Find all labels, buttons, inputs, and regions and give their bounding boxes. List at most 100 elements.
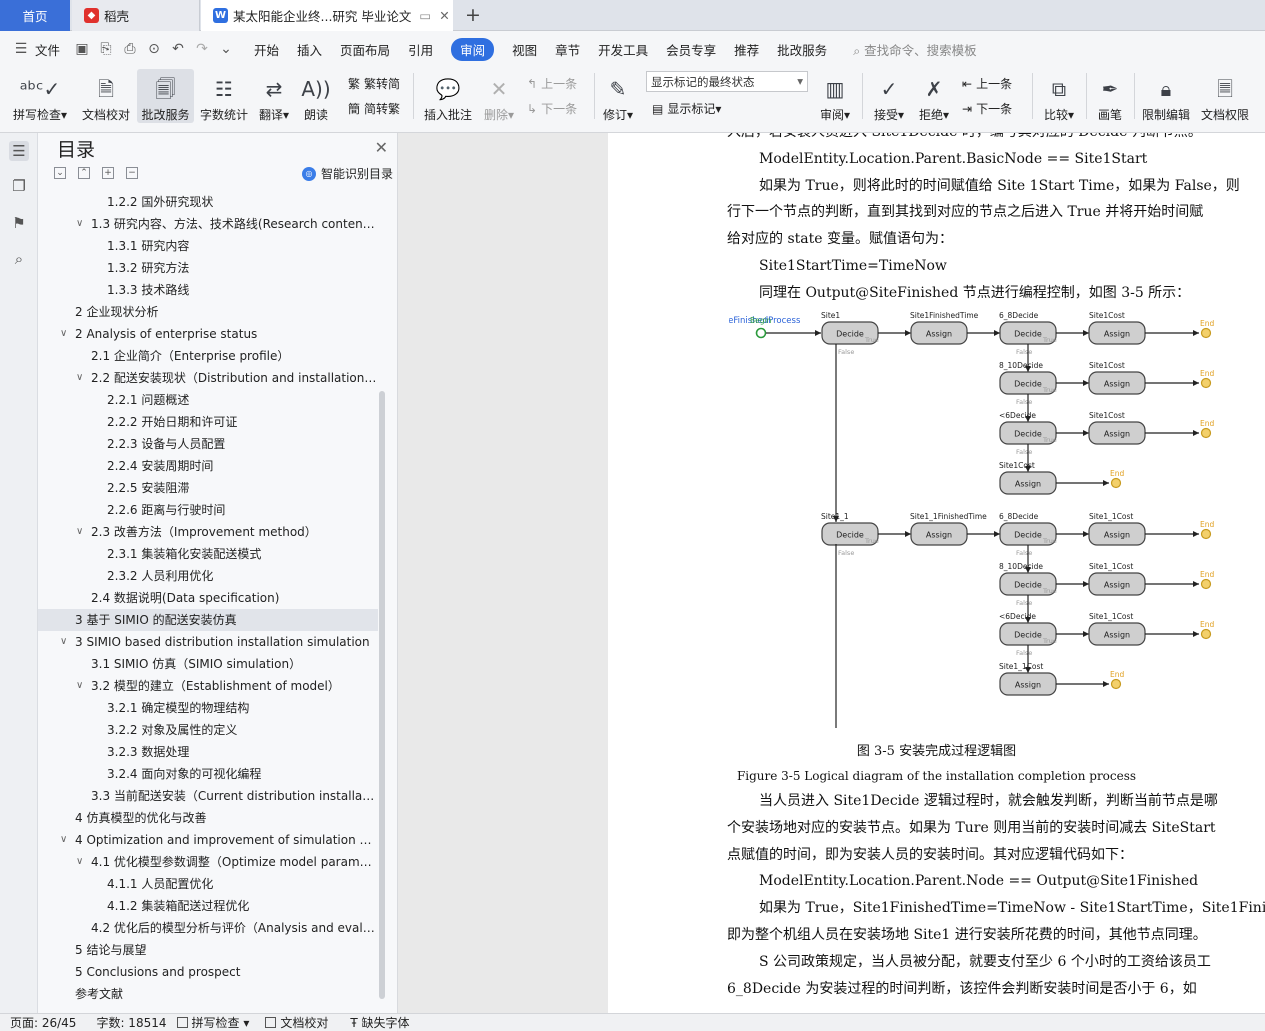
undo-icon[interactable]: ↶ [169,40,187,58]
status-spell-check[interactable]: 拼写检查 ▾ [176,1014,249,1031]
toc-item[interactable]: 2.4 数据说明(Data specification) [38,587,378,609]
doc-proof-button[interactable]: 🗎 文档校对 [78,69,134,123]
toc-item[interactable]: 1.2.2 国外研究现状 [38,191,378,213]
monitor-icon[interactable]: ▭ [419,8,431,23]
toc-item[interactable]: 3 基于 SIMIO 的配送安装仿真 [38,609,378,631]
simp-to-trad-button[interactable]: 簡简转繁 [348,100,400,117]
markup-state-select[interactable]: 显示标记的最终状态 ▾ [646,71,808,92]
translate-button[interactable]: ⇄ 翻译▾ [256,69,292,123]
preview-icon[interactable]: ⊙ [145,40,163,58]
menu-item[interactable]: 章节 [555,40,580,59]
page-indicator[interactable]: 页面: 26/45 [10,1014,76,1031]
add-heading-icon[interactable]: + [102,167,114,179]
toc-item[interactable]: 2.3.1 集装箱化安装配送模式 [38,543,378,565]
tab-home[interactable]: 首页 [0,0,70,31]
close-tab-icon[interactable]: ✕ [439,8,449,23]
toc-item[interactable]: 3.3 当前配送安装（Current distribution installa… [38,785,378,807]
pen-button[interactable]: ✒ 画笔 [1094,69,1126,123]
chevron-down-icon[interactable]: ∨ [76,367,83,389]
menu-file[interactable]: 文件 [35,40,60,59]
toc-item[interactable]: ∨ 4 Optimization and improvement of simul… [38,829,378,851]
menu-item[interactable]: 页面布局 [340,40,390,59]
toc-item[interactable]: ∨ 3.2 模型的建立（Establishment of model） [38,675,378,697]
toc-item[interactable]: ∨ 2.2 配送安装现状（Distribution and installatio… [38,367,378,389]
chevron-down-icon[interactable]: ∨ [60,829,67,851]
review-pane-button[interactable]: ▥ 审阅▾ [816,69,854,123]
toc-item[interactable]: 1.3.3 技术路线 [38,279,378,301]
menu-item[interactable]: 批改服务 [777,40,827,59]
status-missing-font[interactable]: Ŧ 缺失字体 [350,1014,409,1031]
menu-item[interactable]: 开始 [254,40,279,59]
toc-item[interactable]: 5 结论与展望 [38,939,378,961]
review-service-button[interactable]: 🗐 批改服务 [137,69,194,123]
chevron-down-icon[interactable]: ∨ [60,631,67,653]
toc-item[interactable]: ∨ 4.1 优化模型参数调整（Optimize model param… [38,851,378,873]
smart-toc-button[interactable]: ◎ 智能识别目录 [301,165,393,182]
collapse-all-icon[interactable]: ⌄ [54,167,66,179]
word-count-button[interactable]: ☷ 字数统计 [198,69,250,123]
toc-item[interactable]: 4.1.1 人员配置优化 [38,873,378,895]
tab-docer[interactable]: ◆ 稻壳 [72,0,200,31]
toc-item[interactable]: 2.1 企业简介（Enterprise profile） [38,345,378,367]
remove-heading-icon[interactable]: − [126,167,138,179]
toc-item[interactable]: 2.2.2 开始日期和许可证 [38,411,378,433]
toc-item[interactable]: 3.2.2 对象及属性的定义 [38,719,378,741]
chevron-down-icon[interactable]: ∨ [76,675,83,697]
toc-panel-icon[interactable]: ☰ [9,141,29,161]
document-page[interactable]: 入后，若安装人员进入 Site1Decide 时，编号其对应的 Decide 判… [608,133,1265,1013]
menu-item[interactable]: 开发工具 [598,40,648,59]
save-icon[interactable]: ▣ [73,40,91,58]
menu-item[interactable]: 推荐 [734,40,759,59]
toc-item[interactable]: 2.2.1 问题概述 [38,389,378,411]
expand-all-icon[interactable]: ⌃ [78,167,90,179]
toc-item[interactable]: 2.3.2 人员利用优化 [38,565,378,587]
chevron-down-icon[interactable]: ∨ [76,851,83,873]
toc-item[interactable]: 4.2 优化后的模型分析与评价（Analysis and eval… [38,917,378,939]
doc-permission-button[interactable]: 🗏 文档权限 [1198,69,1252,123]
chevron-down-icon[interactable]: ∨ [76,213,83,235]
prev-change-button[interactable]: ⇤ 上一条 [962,75,1012,92]
tab-document[interactable]: W 某太阳能企业终...研究 毕业论文 ▭ ✕ [201,0,453,31]
toc-item[interactable]: ∨ 2.3 改善方法（Improvement method） [38,521,378,543]
toc-item[interactable]: 3.1 SIMIO 仿真（SIMIO simulation） [38,653,378,675]
menu-item[interactable]: 插入 [297,40,322,59]
compare-button[interactable]: ⧉ 比较▾ [1040,69,1078,123]
toc-item[interactable]: 4 仿真模型的优化与改善 [38,807,378,829]
read-aloud-button[interactable]: A)) 朗读 [299,69,333,123]
toc-item[interactable]: 3.2.4 面向对象的可视化编程 [38,763,378,785]
menu-item[interactable]: 审阅 [451,37,495,61]
toc-item[interactable]: 1.3.1 研究内容 [38,235,378,257]
more-icon[interactable]: ⌄ [217,40,235,58]
toc-item[interactable]: 2.2.6 距离与行驶时间 [38,499,378,521]
toc-item[interactable]: 4.1.2 集装箱配送过程优化 [38,895,378,917]
toc-item[interactable]: 2.2.4 安装周期时间 [38,455,378,477]
toc-item[interactable]: 1.3.2 研究方法 [38,257,378,279]
menu-item[interactable]: 引用 [408,40,433,59]
chevron-down-icon[interactable]: ∨ [76,521,83,543]
toc-item[interactable]: 2.2.5 安装阻滞 [38,477,378,499]
restrict-edit-button[interactable]: 🔒︎ 限制编辑 [1140,69,1192,123]
export-icon[interactable]: ⎘ [97,40,115,58]
new-tab-icon[interactable]: + [462,4,484,26]
toc-item[interactable]: ∨ 1.3 研究内容、方法、技术路线(Research conten… [38,213,378,235]
next-comment-button[interactable]: ↳ 下一条 [527,100,577,117]
toc-item[interactable]: 参考文献 [38,983,378,1005]
print-icon[interactable]: ⎙ [121,40,139,58]
chapter-icon[interactable]: ❐ [9,176,29,196]
toc-item[interactable]: 2 企业现状分析 [38,301,378,323]
trad-to-simp-button[interactable]: 繁繁转简 [348,75,400,92]
menu-item[interactable]: 会员专享 [666,40,716,59]
reject-button[interactable]: ✗ 拒绝▾ [915,69,953,123]
spell-check-button[interactable]: ᵃᵇᶜ✓ 拼写检查▾ [10,69,70,123]
status-proof[interactable]: 文档校对 [265,1014,328,1031]
prev-comment-button[interactable]: ↰ 上一条 [527,75,577,92]
bookmark-icon[interactable]: ⚑ [9,213,29,233]
redo-icon[interactable]: ↷ [193,40,211,58]
menu-item[interactable]: 视图 [512,40,537,59]
insert-comment-button[interactable]: 💬 插入批注 [422,69,474,123]
toc-item[interactable]: ∨ 3 SIMIO based distribution installation… [38,631,378,653]
close-icon[interactable]: ✕ [375,138,388,157]
delete-comment-button[interactable]: ✕ 删除▾ [481,69,517,123]
track-changes-button[interactable]: ✎ 修订▾ [600,69,636,123]
accept-button[interactable]: ✓ 接受▾ [870,69,908,123]
